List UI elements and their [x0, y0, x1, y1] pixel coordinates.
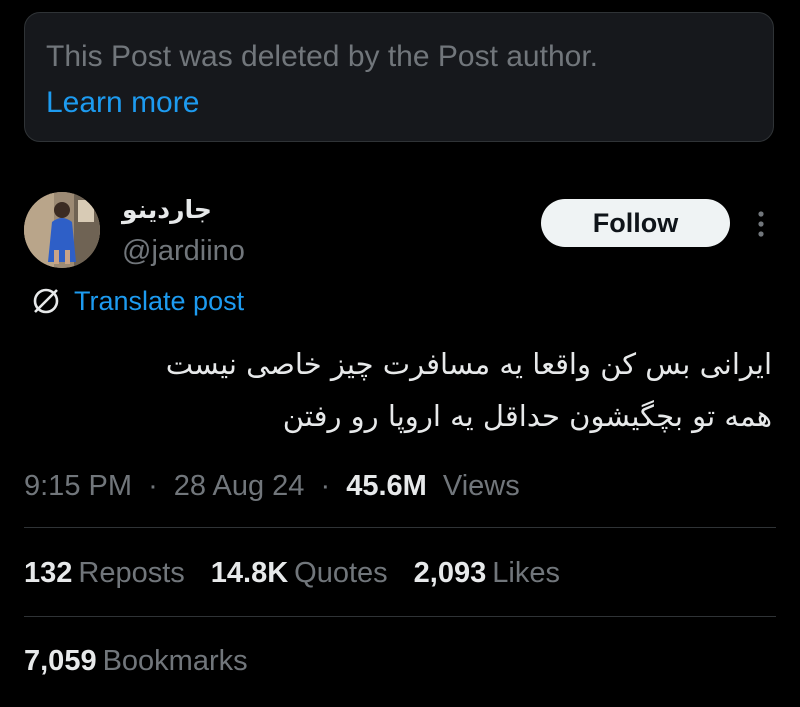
divider: [24, 527, 776, 528]
post-text: ایرانی بس کن واقعا یه مسافرت چیز خاصی نی…: [30, 338, 772, 442]
avatar[interactable]: [24, 192, 100, 268]
reposts-label: Reposts: [78, 557, 185, 589]
follow-button[interactable]: Follow: [541, 199, 730, 247]
bookmarks-label: Bookmarks: [102, 645, 248, 677]
globe-translate-icon: [33, 288, 59, 314]
deleted-post-notice: This Post was deleted by the Post author…: [24, 12, 774, 142]
meta-separator: ·: [148, 470, 158, 502]
likes-count: 2,093: [413, 557, 487, 589]
quotes-label: Quotes: [294, 557, 388, 589]
post-date[interactable]: 28 Aug 24: [174, 470, 305, 502]
reposts-stat[interactable]: 132 Reposts: [24, 553, 185, 593]
post-text-line: همه تو بچگیشون حداقل یه اروپا رو رفتن: [282, 399, 772, 433]
post-detail-view: This Post was deleted by the Post author…: [0, 0, 800, 707]
post-text-line: ایرانی بس کن واقعا یه مسافرت چیز خاصی نی…: [165, 347, 772, 381]
learn-more-link[interactable]: Learn more: [46, 85, 199, 121]
divider: [24, 616, 776, 617]
views-count[interactable]: 45.6M: [346, 470, 427, 502]
more-vertical-icon[interactable]: [746, 207, 776, 241]
views-label: Views: [442, 470, 520, 502]
meta-separator: ·: [320, 470, 331, 502]
post-meta: 9:15 PM · 28 Aug 24 · 45.6M Views: [24, 466, 520, 506]
post-time[interactable]: 9:15 PM: [24, 470, 132, 502]
bookmarks-count: 7,059: [24, 645, 97, 677]
quotes-count: 14.8K: [210, 557, 289, 589]
author-handle[interactable]: @jardiino: [122, 233, 245, 269]
bookmarks-stat[interactable]: 7,059 Bookmarks: [24, 641, 248, 681]
translate-post-label: Translate post: [74, 285, 245, 316]
author-display-name[interactable]: جاردینو: [122, 193, 222, 227]
quotes-stat[interactable]: 14.8K Quotes: [211, 553, 388, 593]
user-avatar-photo-icon: [24, 192, 100, 268]
likes-label: Likes: [492, 557, 560, 589]
deleted-notice-text: This Post was deleted by the Post author…: [46, 40, 598, 73]
translate-post-link[interactable]: Translate post: [28, 283, 244, 319]
likes-stat[interactable]: 2,093 Likes: [414, 553, 560, 593]
engagement-stats: 132 Reposts 14.8K Quotes 2,093 Likes: [24, 553, 586, 593]
reposts-count: 132: [24, 557, 73, 589]
